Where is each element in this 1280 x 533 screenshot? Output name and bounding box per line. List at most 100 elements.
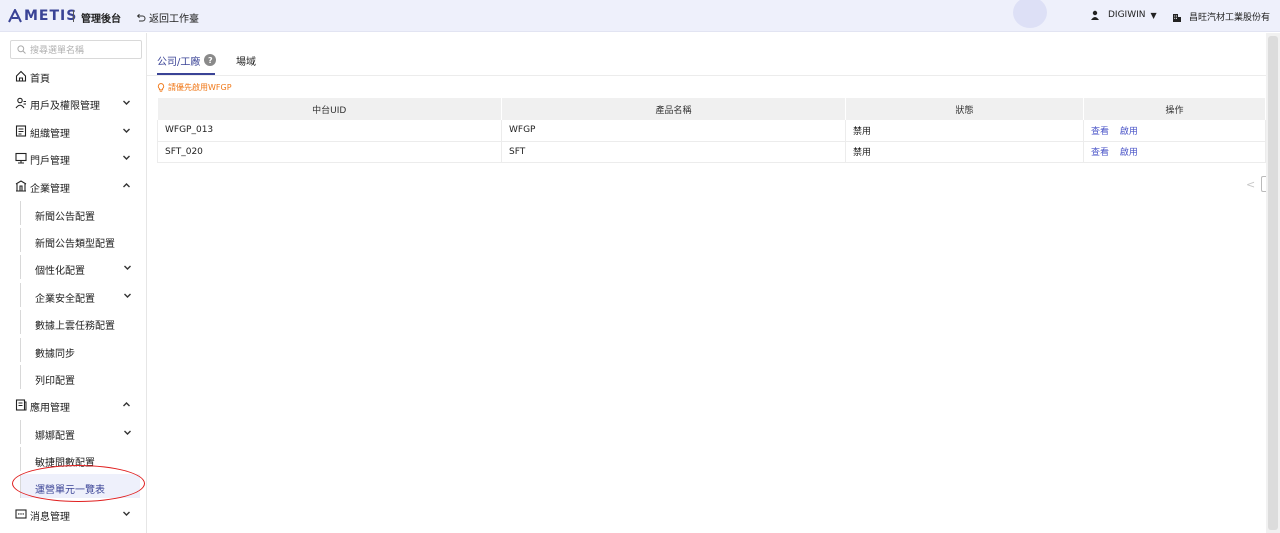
back-to-workbench-link[interactable]: 返回工作臺: [136, 10, 199, 25]
back-label: 返回工作臺: [149, 14, 199, 25]
sidebar-item-enterprise[interactable]: 企業管理: [0, 174, 146, 198]
cell-product: WFGP: [501, 120, 846, 142]
vertical-scrollbar-thumb[interactable]: [1268, 36, 1278, 530]
sidebar-subitem-label: 企業安全配置: [35, 294, 95, 305]
sidebar-item-apps[interactable]: 應用管理: [0, 393, 146, 417]
sidebar: 搜尋選單名稱 首頁 用戶及權限管理 組織管理 門戶管理 企業管理 新聞公告配置 …: [0, 33, 147, 533]
chevron-down-icon: [124, 293, 131, 298]
active-tab-indicator: [157, 73, 215, 75]
app-icon: [15, 399, 27, 411]
table-header-row: 中台UID 產品名稱 狀態 操作: [157, 98, 1266, 120]
view-link[interactable]: 查看: [1091, 127, 1109, 137]
user-menu[interactable]: DIGIWIN ▼: [1090, 10, 1157, 20]
notice-text: 請優先啟用WFGP: [168, 83, 232, 92]
portal-icon: [15, 152, 27, 164]
search-placeholder: 搜尋選單名稱: [30, 46, 85, 56]
table-row: WFGP_013 WFGP 禁用 查看 啟用: [157, 120, 1266, 142]
company-switcher[interactable]: 昌旺汽材工業股份有: [1172, 10, 1280, 23]
sidebar-subitem-cloud-task-config[interactable]: 數據上雲任務配置: [20, 310, 140, 334]
column-header-uid: 中台UID: [157, 98, 502, 120]
cell-status: 禁用: [845, 120, 1084, 142]
enable-link[interactable]: 啟用: [1120, 127, 1138, 137]
chevron-down-icon: [123, 511, 130, 516]
sidebar-item-home[interactable]: 首頁: [0, 64, 146, 88]
sidebar-item-label: 用戶及權限管理: [30, 101, 100, 112]
enterprise-icon: [15, 180, 27, 192]
message-icon: [15, 509, 27, 519]
sidebar-subitem-agile-query-config[interactable]: 敏捷問數配置: [20, 447, 140, 471]
sidebar-item-users[interactable]: 用戶及權限管理: [0, 91, 146, 115]
top-header: METIS 管理後台 返回工作臺 DIGIWIN ▼ 昌旺汽材工業股份有: [0, 0, 1280, 32]
chevron-down-icon: [124, 265, 131, 270]
cell-actions: 查看 啟用: [1083, 120, 1266, 142]
view-link[interactable]: 查看: [1091, 148, 1109, 158]
chevron-down-icon: [123, 155, 130, 160]
cell-actions: 查看 啟用: [1083, 141, 1266, 163]
column-header-status: 狀態: [845, 98, 1084, 120]
logo-mark-icon: [8, 9, 22, 23]
column-header-actions: 操作: [1083, 98, 1266, 120]
sidebar-subitem-nana-config[interactable]: 娜娜配置: [20, 420, 140, 444]
header-decoration: [1013, 0, 1047, 28]
sidebar-subitem-label: 數據同步: [35, 349, 75, 360]
sidebar-subitem-label: 數據上雲任務配置: [35, 321, 115, 332]
cell-uid: WFGP_013: [157, 120, 502, 142]
sidebar-subitem-label: 敏捷問數配置: [35, 458, 95, 469]
sidebar-subitem-news-config[interactable]: 新聞公告配置: [20, 201, 140, 225]
metis-logo[interactable]: METIS: [8, 8, 77, 24]
sidebar-item-messages[interactable]: 消息管理: [0, 502, 146, 526]
cell-product: SFT: [501, 141, 846, 163]
chevron-down-icon: [124, 430, 131, 435]
admin-title: 管理後台: [81, 14, 121, 25]
chevron-up-icon: [123, 183, 130, 188]
user-icon: [1091, 10, 1099, 20]
caret-down-icon: ▼: [1150, 10, 1157, 20]
enable-link[interactable]: 啟用: [1120, 148, 1138, 158]
sidebar-subitem-label: 列印配置: [35, 376, 75, 387]
sidebar-item-organization[interactable]: 組織管理: [0, 119, 146, 143]
column-header-product: 產品名稱: [501, 98, 846, 120]
sidebar-item-label: 消息管理: [30, 512, 70, 523]
sidebar-item-label: 門戶管理: [30, 156, 70, 167]
tabs-divider: [147, 75, 1267, 76]
menu-search-input[interactable]: 搜尋選單名稱: [10, 40, 142, 59]
undo-icon: [136, 13, 146, 21]
header-divider: [73, 10, 74, 22]
logo-text: METIS: [24, 8, 78, 24]
sidebar-subitem-label: 運營單元一覽表: [35, 485, 105, 496]
sidebar-subitem-personalization[interactable]: 個性化配置: [20, 255, 140, 279]
sidebar-item-label: 企業管理: [30, 184, 70, 195]
sidebar-subitem-data-sync[interactable]: 數據同步: [20, 338, 140, 362]
building-icon: [1173, 13, 1181, 22]
sidebar-subitem-print-config[interactable]: 列印配置: [20, 365, 140, 389]
sidebar-subitem-label: 個性化配置: [35, 266, 85, 277]
sidebar-subitem-security-config[interactable]: 企業安全配置: [20, 283, 140, 307]
user-name: DIGIWIN: [1108, 10, 1146, 20]
sidebar-subitem-label: 新聞公告配置: [35, 212, 95, 223]
sidebar-item-label: 首頁: [30, 74, 50, 85]
cell-status: 禁用: [845, 141, 1084, 163]
sidebar-item-portal[interactable]: 門戶管理: [0, 146, 146, 170]
company-name: 昌旺汽材工業股份有: [1189, 13, 1271, 23]
sidebar-subitem-news-type-config[interactable]: 新聞公告類型配置: [20, 228, 140, 252]
users-icon: [15, 97, 26, 109]
bulb-icon: [157, 83, 165, 92]
chevron-up-icon: [123, 402, 130, 407]
sidebar-item-label: 應用管理: [30, 403, 70, 414]
org-icon: [15, 125, 27, 137]
tab-site[interactable]: 場域: [236, 46, 256, 74]
search-icon: [17, 45, 26, 54]
sidebar-subitem-label: 新聞公告類型配置: [35, 239, 115, 250]
help-icon[interactable]: ?: [204, 54, 217, 66]
sidebar-subitem-label: 娜娜配置: [35, 431, 75, 442]
sidebar-item-label: 組織管理: [30, 129, 70, 140]
cell-uid: SFT_020: [157, 141, 502, 163]
tab-label: 公司/工廠: [157, 56, 201, 68]
chevron-down-icon: [123, 128, 130, 133]
home-icon: [15, 70, 27, 82]
tab-company-factory[interactable]: 公司/工廠 ?: [157, 46, 217, 74]
pager-prev-button[interactable]: <: [1246, 178, 1255, 191]
notice-message: 請優先啟用WFGP: [157, 82, 232, 93]
sidebar-subitem-operation-unit-list[interactable]: 運營單元一覽表: [20, 474, 140, 498]
operation-unit-table: 中台UID 產品名稱 狀態 操作 WFGP_013 WFGP 禁用 查看 啟用 …: [157, 98, 1266, 163]
